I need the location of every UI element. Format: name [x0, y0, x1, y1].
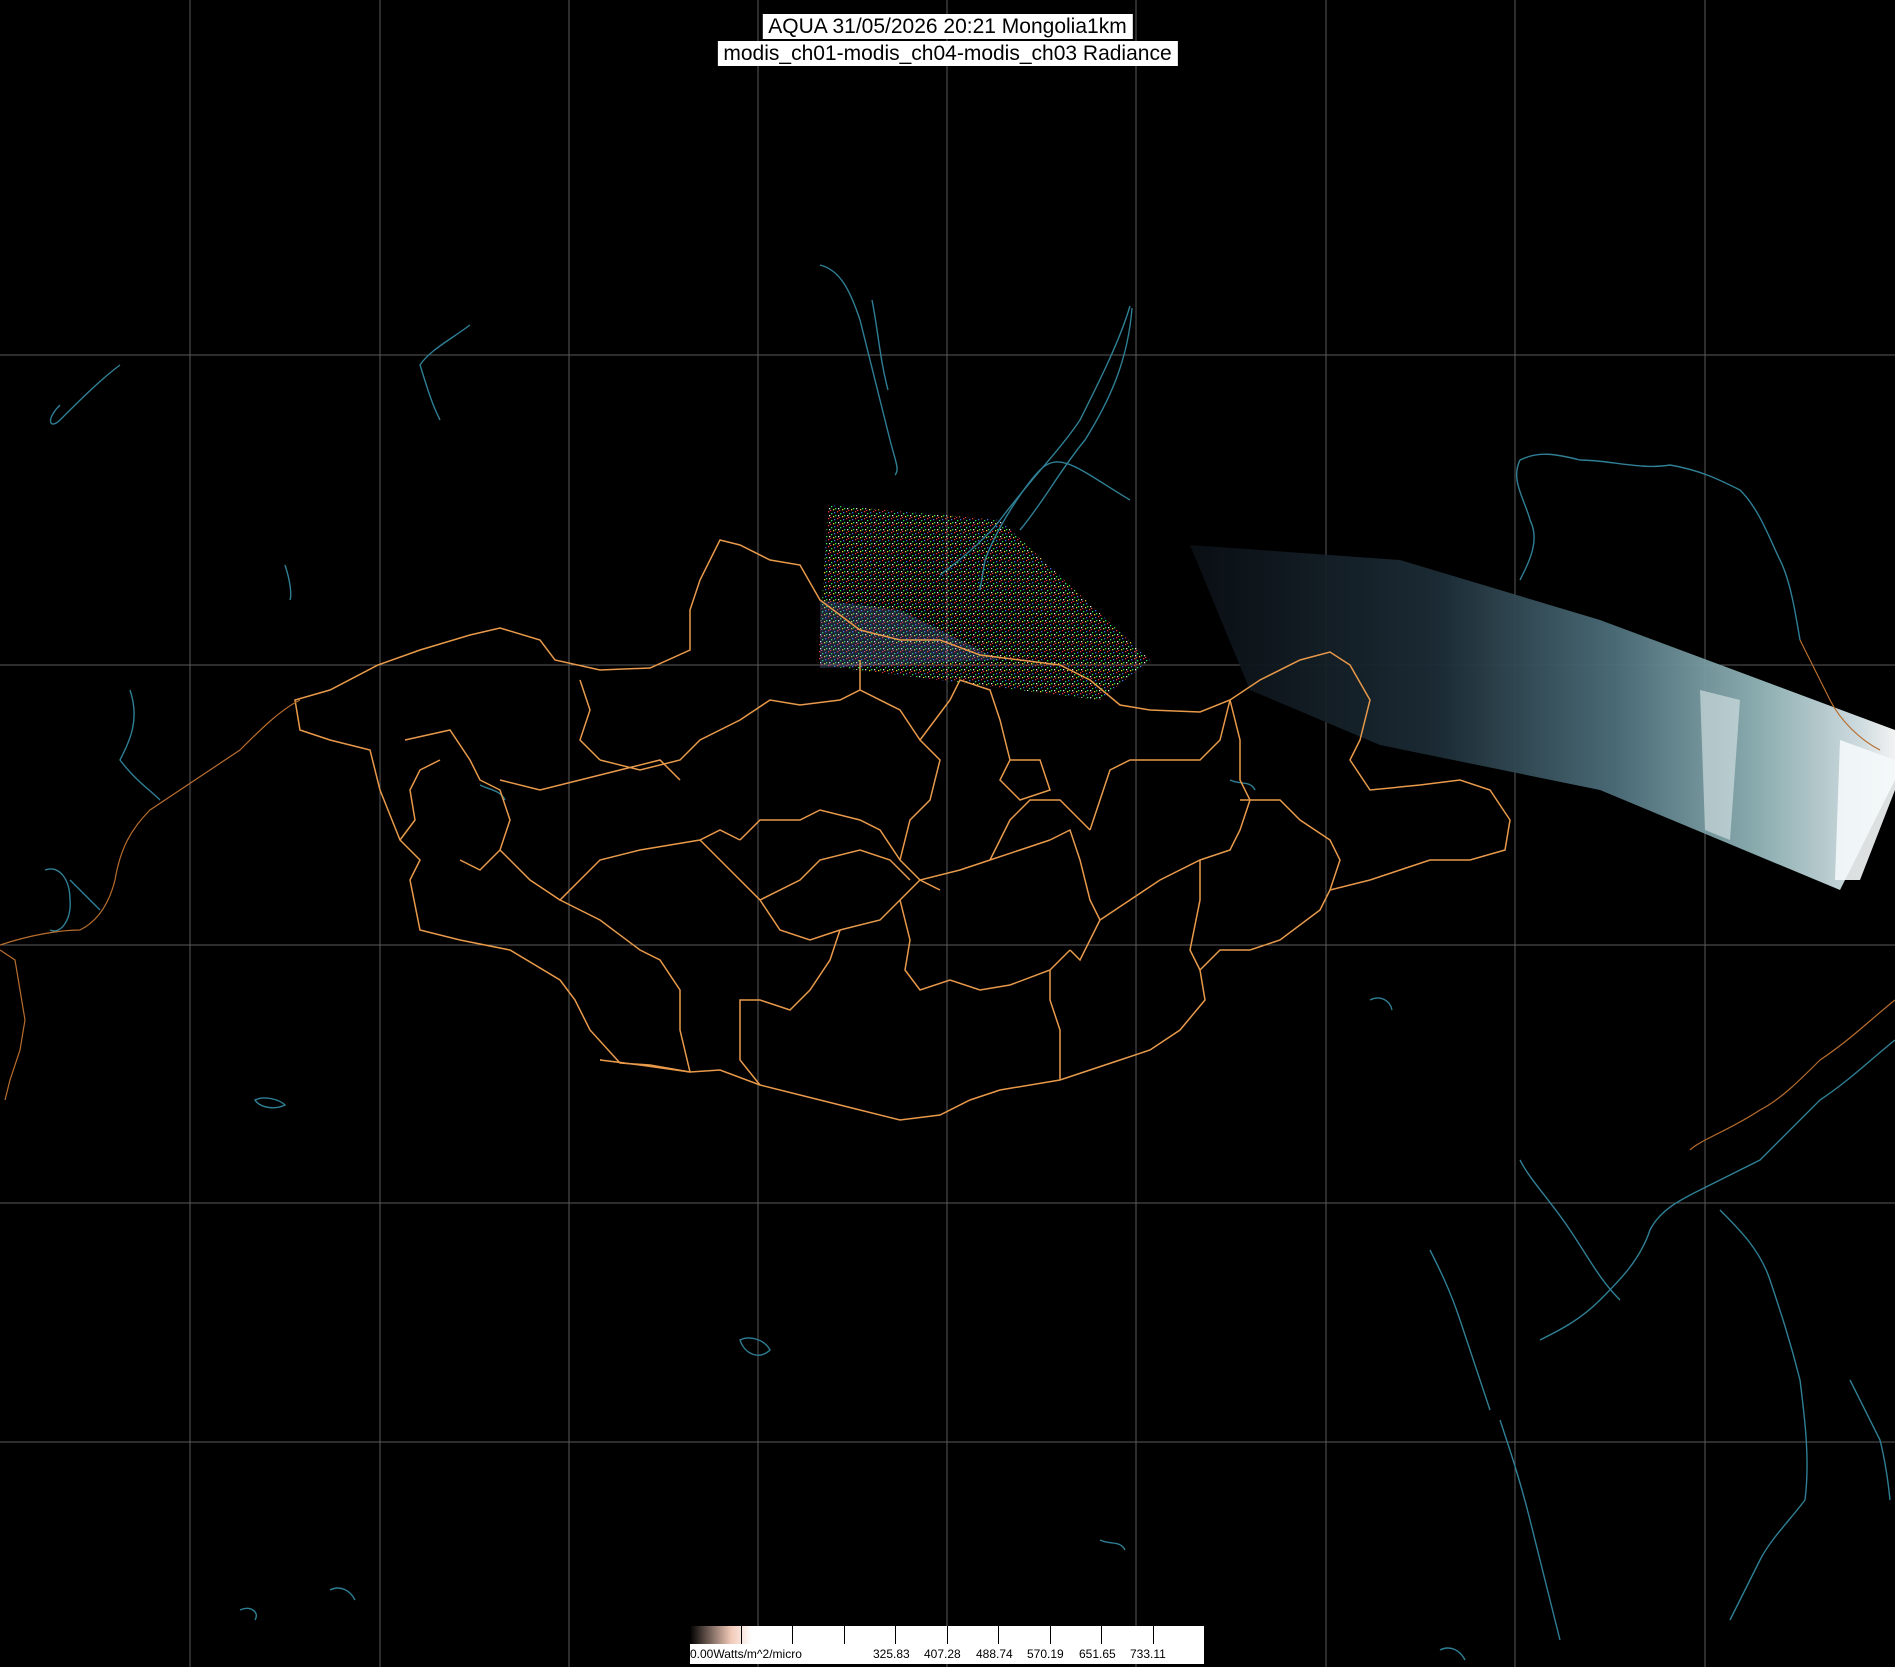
colorbar-tick [998, 1626, 999, 1644]
colorbar-tick [947, 1626, 948, 1644]
colorbar-tick-label: 651.65 [1079, 1647, 1116, 1661]
colorbar-ramp [690, 1626, 1204, 1645]
colorbar-tick-label: 488.74 [976, 1647, 1013, 1661]
colorbar-tick [741, 1626, 742, 1644]
colorbar-tick [895, 1626, 896, 1644]
colorbar-tick-label: 733.11 [1130, 1647, 1166, 1661]
colorbar-tick [1101, 1626, 1102, 1644]
colorbar-unit-label: 0.00Watts/m^2/micro [690, 1647, 802, 1661]
colorbar-tick-label: 407.28 [924, 1647, 961, 1661]
colorbar-tick-label: 325.83 [873, 1647, 910, 1661]
colorbar-tick [844, 1626, 845, 1644]
colorbar-tick [792, 1626, 793, 1644]
colorbar-tick [1153, 1626, 1154, 1644]
map-title-line2: modis_ch01-modis_ch04-modis_ch03 Radianc… [717, 41, 1178, 66]
satellite-map [0, 0, 1895, 1667]
map-title-line1: AQUA 31/05/2026 20:21 Mongolia1km [762, 14, 1133, 39]
colorbar-tick-label: 570.19 [1027, 1647, 1064, 1661]
colorbar-tick [1050, 1626, 1051, 1644]
colorbar-labels: 0.00Watts/m^2/micro 325.83 407.28 488.74… [690, 1644, 1204, 1664]
colorbar: 0.00Watts/m^2/micro 325.83 407.28 488.74… [690, 1626, 1204, 1664]
